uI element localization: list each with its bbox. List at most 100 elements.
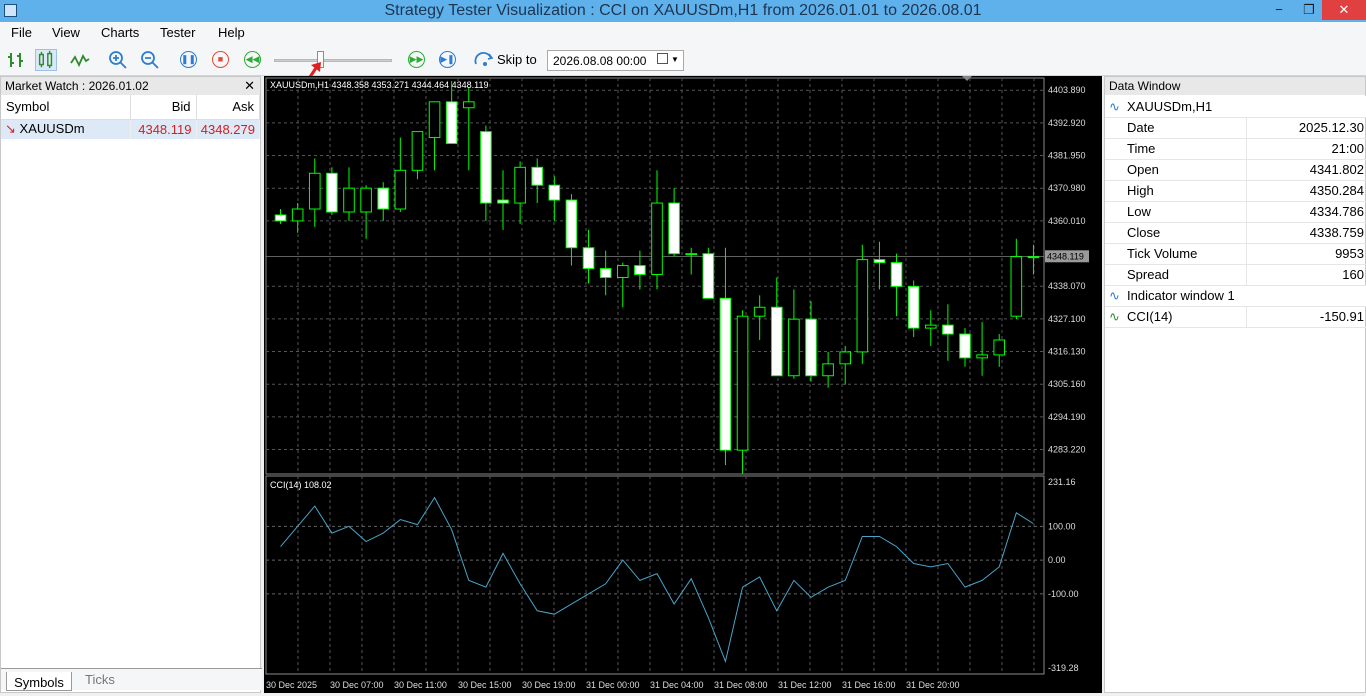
market-watch-panel: Market Watch : 2026.01.02 ✕ Symbol Bid A… [0,76,262,693]
chart-ohlc-label: XAUUSDm,H1 4348.358 4353.271 4344.464 43… [270,80,489,90]
price-tick-label: 4403.890 [1048,85,1086,95]
price-tick-label: 4381.950 [1048,151,1086,161]
data-window-panel: Data Window ∿ XAUUSDm,H1 Date 2025.12.30 T… [1104,76,1366,693]
field-label: Time [1105,138,1247,160]
slower-icon[interactable]: ◀◀ [244,51,261,68]
menu-charts[interactable]: Charts [101,25,139,40]
candlestick-icon[interactable] [35,49,57,71]
field-label: Low [1105,201,1247,223]
field-label: Close [1105,222,1247,244]
price-tick-label: 4327.100 [1048,314,1086,324]
candle-body [668,202,680,255]
time-tick-label: 31 Dec 16:00 [842,680,896,690]
step-icon[interactable]: ▶❚ [439,51,456,68]
column-bid[interactable]: Bid [130,95,197,120]
candle-body [907,285,920,329]
field-value: 4350.284 [1246,180,1366,202]
field-value: 4338.759 [1246,222,1366,244]
data-window-header: Data Window [1105,77,1365,95]
ask-cell: 4348.279 [196,119,260,139]
toolbar: ❚❚ ■ ◀◀ ▶▶ ▶❚ Skip to ▼ [0,44,1366,87]
pause-icon[interactable]: ❚❚ [180,51,197,68]
calendar-icon[interactable] [657,53,668,64]
chart-area[interactable]: 4403.890 4392.920 4381.950 4370.980 4360.010… [264,76,1102,693]
price-tick-label: 4392.920 [1048,118,1086,128]
field-label: CCI(14) [1127,309,1173,324]
close-icon[interactable]: ✕ [244,78,255,94]
candle-body [326,172,338,213]
chevron-down-icon[interactable]: ▼ [671,55,679,64]
cci-tick-label: 100.00 [1048,521,1076,531]
table-row[interactable]: ↘ XAUUSDm 4348.119 4348.279 [1,119,260,139]
cci-line [280,496,1034,664]
candle-body [1027,256,1040,259]
time-tick-label: 30 Dec 11:00 [394,680,447,690]
candle-body [599,268,612,278]
chart-line-icon: ∿ [1109,288,1120,303]
field-value: 4341.802 [1246,159,1366,181]
table-row: Low 4334.786 [1105,201,1366,223]
candle-body [736,315,749,451]
minimize-icon[interactable]: − [1264,0,1294,20]
candle-body [873,259,886,264]
cci-tick-label: 231.16 [1048,477,1076,487]
menu-tester[interactable]: Tester [160,25,195,40]
time-tick-label: 31 Dec 00:00 [586,680,640,690]
symbol-name: XAUUSDm [19,121,85,137]
stop-icon[interactable]: ■ [212,51,229,68]
candle-body [976,354,988,359]
market-watch-tabs: Symbols Ticks [1,668,262,691]
symbol-cell: ↘ XAUUSDm [1,119,131,139]
menu-view[interactable]: View [52,25,80,40]
tab-symbols[interactable]: Symbols [6,672,72,691]
line-chart-icon[interactable] [69,49,91,71]
time-tick-label: 30 Dec 19:00 [522,680,576,690]
field-value: 160 [1246,264,1366,286]
time-tick-label: 31 Dec 04:00 [650,680,704,690]
indicator-group-label: Indicator window 1 [1127,288,1235,303]
speed-slider-track[interactable] [274,59,392,62]
candle-body [565,199,578,249]
title-bar: Strategy Tester Visualization : CCI on X… [0,0,1366,22]
window-title: Strategy Tester Visualization : CCI on X… [384,2,982,19]
column-symbol[interactable]: Symbol [1,95,131,120]
zoom-in-icon[interactable] [107,49,129,71]
candle-body [959,333,971,359]
candle-body [462,101,475,109]
table-row: Spread 160 [1105,264,1366,286]
table-row: Time 21:00 [1105,138,1366,160]
zoom-out-icon[interactable] [139,49,161,71]
field-value: 21:00 [1246,138,1366,160]
table-row: Open 4341.802 [1105,159,1366,181]
tab-ticks[interactable]: Ticks [85,672,115,687]
candle-body [531,166,544,186]
down-arrow-icon: ↘ [5,121,16,137]
table-row: Date 2025.12.30 [1105,117,1366,139]
candle-body [805,318,817,377]
time-tick-label: 31 Dec 20:00 [906,680,960,690]
faster-icon[interactable]: ▶▶ [408,51,425,68]
candle-body [548,184,561,201]
menu-file[interactable]: File [11,25,32,40]
candle-body [497,199,509,204]
menu-help[interactable]: Help [218,25,245,40]
field-value: 9953 [1246,243,1366,265]
candle-body [993,339,1006,356]
candle-body [480,131,492,204]
price-chart[interactable]: 4403.890 4392.920 4381.950 4370.980 4360.010… [264,76,1102,693]
restore-icon[interactable]: ❐ [1294,0,1324,20]
field-label: Open [1105,159,1247,181]
bar-chart-icon[interactable] [5,49,27,71]
column-ask[interactable]: Ask [196,95,260,120]
candle-body [822,363,834,377]
close-icon[interactable]: ✕ [1322,0,1366,20]
candle-body [274,214,287,222]
candle-body [685,253,698,256]
candle-body [291,208,304,222]
main-pane-border [265,77,1045,475]
candle-body [394,169,407,210]
candle-body [942,324,954,335]
time-tick-label: 30 Dec 07:00 [330,680,384,690]
skip-to-icon[interactable] [473,49,495,71]
candle-body [770,306,783,377]
